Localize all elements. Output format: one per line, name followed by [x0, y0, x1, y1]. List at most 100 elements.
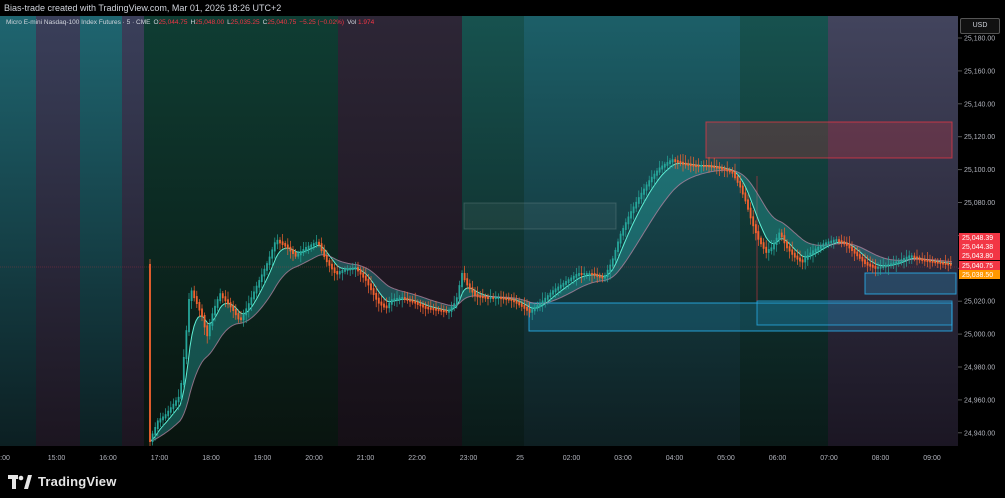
demand-zone-upper[interactable] [864, 272, 957, 295]
candle-body [936, 261, 939, 264]
candle-body [422, 304, 424, 308]
candle-body [679, 160, 682, 164]
candle-body [853, 249, 856, 254]
candle-body [939, 261, 942, 265]
candle-body [827, 241, 830, 245]
candle-body [931, 260, 934, 263]
price-chart[interactable]: 25,180.00 25,160.00 25,140.00 25,120.00 25,1… [0, 16, 1005, 467]
candle-body [934, 260, 937, 264]
candle-body [240, 317, 242, 321]
price-tick-label: 25,020.00 [964, 299, 995, 306]
candle-body [588, 273, 591, 275]
candle-body [552, 290, 554, 295]
candle-body [765, 246, 768, 253]
candle-body [338, 271, 341, 275]
candle-body [518, 301, 521, 306]
candle-body [832, 239, 835, 243]
candle-body [227, 299, 229, 305]
vol-label: Vol [347, 19, 357, 26]
price-tick-label: 25,180.00 [964, 36, 995, 43]
candle-body [323, 249, 326, 257]
candle-body [830, 240, 833, 244]
price-axis[interactable]: 25,180.00 25,160.00 25,140.00 25,120.00 25,1… [958, 16, 1005, 467]
candle-body [268, 256, 271, 266]
candle-body [580, 273, 583, 275]
candle-body [224, 296, 227, 302]
candle-body [567, 279, 570, 283]
candle-body [536, 305, 539, 310]
candle-body [489, 297, 492, 299]
candle-body [476, 293, 479, 298]
candle-body [396, 298, 398, 301]
caption-bar: Bias-trade created with TradingView.com,… [0, 0, 1005, 16]
time-tick-label: 04:00 [666, 455, 684, 462]
price-tick-label: 25,120.00 [964, 134, 995, 141]
price-tick-label: 24,980.00 [964, 365, 995, 372]
faded-zone[interactable] [463, 202, 617, 230]
candle-body [572, 275, 575, 280]
candle-body [637, 197, 640, 204]
candle-body [585, 273, 588, 275]
candle-body [908, 255, 911, 259]
tradingview-logo[interactable]: TradingView [8, 474, 117, 489]
time-tick-label: 02:00 [563, 455, 581, 462]
candle-body [367, 278, 370, 286]
price-tick-label: 25,000.00 [964, 332, 995, 339]
candle-body [606, 269, 609, 277]
candle-body [619, 233, 622, 244]
candle-body [416, 301, 419, 305]
demand-zone-inner[interactable] [756, 300, 953, 326]
candle-body [736, 176, 739, 183]
candle-body [232, 305, 235, 311]
candle-body [201, 308, 203, 317]
candle-body [944, 262, 947, 265]
candle-body [190, 290, 193, 301]
candle-body [453, 303, 456, 309]
time-axis[interactable]: :00 15:00 16:00 17:00 18:00 19:00 20:00 21:00 22… [0, 446, 958, 467]
candle-body [741, 185, 744, 195]
candle-body [429, 307, 432, 310]
candle-body [364, 275, 367, 281]
candle-body [864, 259, 866, 264]
candle-body [302, 249, 305, 254]
candle-body [188, 299, 190, 333]
candle-body [557, 286, 560, 291]
candle-body [817, 246, 820, 251]
candle-body [385, 305, 388, 309]
candle-body [770, 247, 773, 252]
candle-body [583, 273, 586, 275]
chart-area[interactable]: 25,180.00 25,160.00 25,140.00 25,120.00 25,1… [0, 16, 1005, 467]
candle-body [310, 244, 313, 248]
candle-body [923, 259, 926, 262]
candle-body [500, 297, 502, 300]
candle-body [502, 297, 505, 300]
candle-body [307, 245, 310, 249]
time-tick-label: :00 [0, 455, 10, 462]
currency-button[interactable]: USD [960, 18, 1000, 34]
candle-body [377, 297, 380, 304]
session-backgrounds [0, 16, 958, 446]
candle-body [596, 273, 599, 277]
candle-body [513, 298, 515, 303]
candle-body [531, 309, 534, 313]
price-tick-label: 24,960.00 [964, 397, 995, 404]
candle-body [806, 255, 809, 260]
candle-body [674, 159, 677, 163]
candle-body [778, 232, 781, 240]
candle-body [289, 246, 292, 252]
candle-body [528, 308, 531, 313]
price-tick-label: 25,160.00 [964, 68, 995, 75]
price-tick-label: 24,940.00 [964, 430, 995, 437]
candle-body [700, 165, 703, 167]
candle-body [715, 166, 718, 169]
price-tick-label: 25,140.00 [964, 101, 995, 108]
candle-body [292, 249, 294, 254]
candle-body [466, 278, 469, 286]
candle-body [526, 306, 528, 311]
candle-body [658, 167, 661, 173]
candle-body [479, 295, 482, 298]
supply-zone[interactable] [705, 121, 953, 159]
candle-body [294, 252, 297, 257]
candle-body [663, 163, 666, 168]
candle-body [333, 267, 336, 274]
